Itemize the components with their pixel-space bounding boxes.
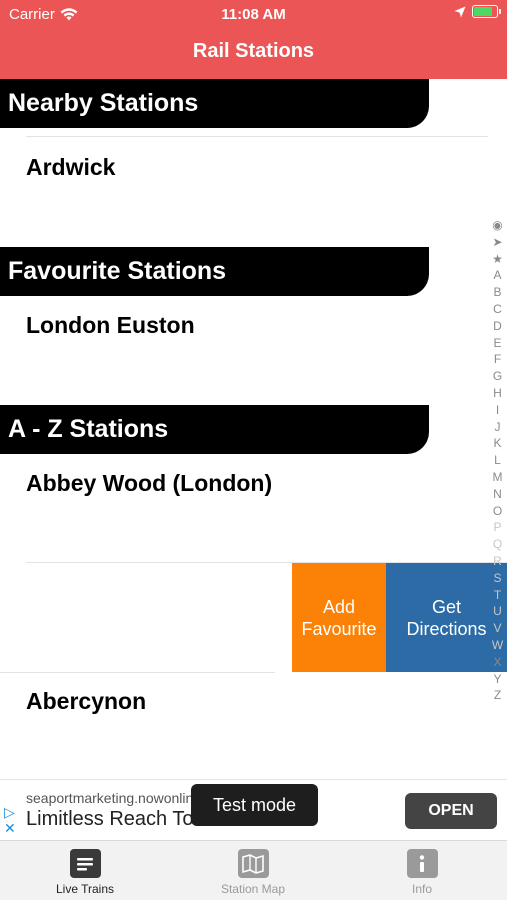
index-letter[interactable]: ★ (492, 251, 503, 268)
get-directions-label-line1: Get (431, 596, 461, 617)
battery-icon (472, 5, 501, 18)
index-letter[interactable]: Q (493, 536, 502, 553)
index-letter[interactable]: W (492, 637, 503, 654)
index-letter[interactable]: S (493, 570, 501, 587)
ad-url: seaportmarketing.nowonline (26, 790, 196, 806)
section-header-a-z: A - Z Stations (0, 405, 429, 454)
index-letter[interactable]: I (496, 402, 499, 419)
page-title: Rail Stations (192, 40, 315, 62)
info-icon (406, 849, 438, 878)
divider (26, 136, 488, 137)
index-letter[interactable]: B (493, 284, 501, 301)
station-row-ardwick[interactable]: Ardwick (26, 154, 115, 181)
tab-label: Live Trains (55, 882, 115, 896)
close-icon[interactable]: ✕ (4, 820, 20, 836)
section-index-bar[interactable]: ◉ ➤ ★ A B C D E F G H I J K L M N O P Q R S T U V W X Y Z (488, 217, 507, 704)
add-favourite-button[interactable]: Add Favourite (292, 563, 386, 672)
tab-label: Station Map (220, 882, 286, 896)
index-letter[interactable]: O (493, 503, 502, 520)
index-letter[interactable]: G (493, 368, 502, 385)
index-letter[interactable]: C (493, 301, 502, 318)
tab-info[interactable]: Info (362, 849, 482, 896)
index-letter[interactable]: T (494, 587, 501, 604)
index-letter[interactable]: ➤ (492, 234, 502, 251)
station-row-london-euston[interactable]: London Euston (26, 312, 195, 339)
index-letter[interactable]: E (493, 335, 501, 352)
index-letter[interactable]: M (493, 469, 503, 486)
index-letter[interactable]: A (493, 267, 501, 284)
index-letter[interactable]: Y (493, 671, 501, 688)
index-letter[interactable]: K (493, 435, 501, 452)
status-bar: Carrier 11:08 AM (0, 0, 507, 28)
station-row-abbey-wood[interactable]: Abbey Wood (London) (26, 470, 272, 497)
tab-bar: Live Trains Station Map Info (0, 840, 507, 900)
index-letter[interactable]: F (494, 351, 501, 368)
play-triangle-icon: ▷ (4, 804, 15, 820)
index-letter[interactable]: Z (494, 687, 501, 704)
get-directions-label-line2: Directions (406, 618, 487, 639)
index-letter[interactable]: V (493, 620, 501, 637)
test-mode-toast: Test mode (191, 784, 318, 826)
tab-label: Info (411, 882, 432, 896)
divider (0, 672, 275, 673)
swiped-row: Add Favourite Get Directions (0, 563, 507, 672)
location-arrow-icon (454, 6, 466, 17)
section-header-nearby: Nearby Stations (0, 79, 429, 128)
index-letter[interactable]: P (493, 519, 501, 536)
live-trains-icon (69, 849, 101, 878)
index-letter[interactable]: R (493, 553, 502, 570)
index-letter[interactable]: U (493, 603, 502, 620)
station-map-icon (237, 849, 269, 878)
ad-choices[interactable]: ▷ ✕ (4, 804, 20, 836)
index-letter[interactable]: D (493, 318, 502, 335)
index-letter[interactable]: J (495, 419, 501, 436)
tab-station-map[interactable]: Station Map (193, 849, 313, 896)
ad-headline: Limitless Reach To (26, 808, 194, 830)
index-letter[interactable]: H (493, 385, 502, 402)
status-time: 11:08 AM (221, 6, 286, 23)
battery-level (474, 7, 492, 16)
index-letter[interactable]: N (493, 486, 502, 503)
status-right (454, 5, 501, 18)
index-letter[interactable]: ◉ (492, 217, 502, 234)
add-favourite-label-line2: Favourite (301, 618, 377, 639)
section-header-favourites: Favourite Stations (0, 247, 429, 296)
station-row-abercynon[interactable]: Abercynon (26, 688, 146, 715)
tab-live-trains[interactable]: Live Trains (25, 849, 145, 896)
index-letter[interactable]: L (494, 452, 501, 469)
ad-banner[interactable]: ▷ ✕ seaportmarketing.nowonline Limitless… (0, 779, 507, 840)
add-favourite-label-line1: Add (322, 596, 355, 617)
navigation-bar: Carrier 11:08 AM Rail Stations (0, 0, 507, 79)
ad-open-button[interactable]: OPEN (405, 793, 497, 829)
index-letter[interactable]: X (493, 654, 501, 671)
